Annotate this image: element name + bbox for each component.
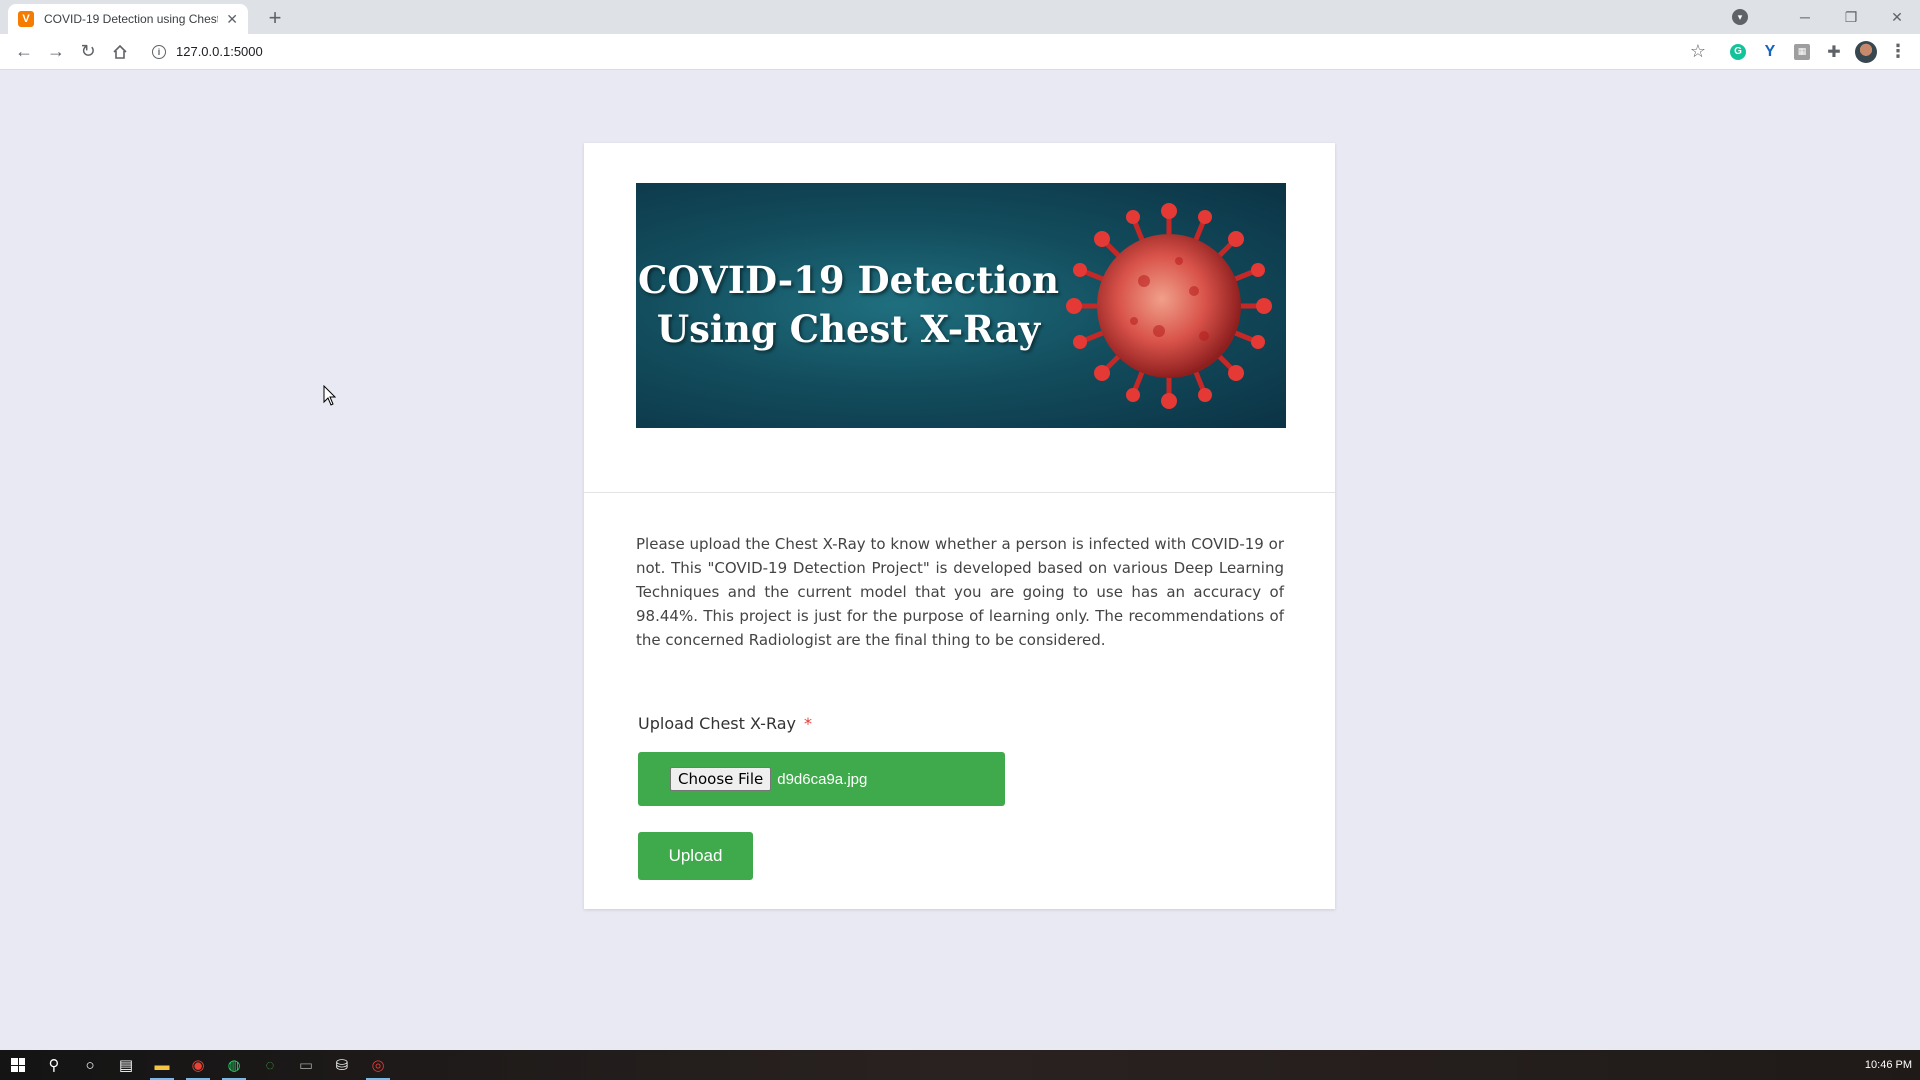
profile-avatar[interactable] [1850, 37, 1882, 67]
whatsapp-icon[interactable]: ◍ [216, 1050, 252, 1080]
taskbar-clock[interactable]: 10:46 PM [1865, 1059, 1912, 1071]
browser-toolbar: ← → ↻ i 127.0.0.1:5000 ☆ G Y ▦ ✚ ⋮ [0, 34, 1920, 70]
minimize-button[interactable]: ─ [1782, 0, 1828, 34]
coronavirus-illustration [1066, 203, 1272, 409]
bookmark-star-icon[interactable]: ☆ [1690, 41, 1706, 62]
file-input[interactable]: Choose File d9d6ca9a.jpg [638, 752, 1005, 806]
store-icon[interactable]: ⛁ [324, 1050, 360, 1080]
reload-icon[interactable]: ↻ [72, 37, 104, 67]
project-description: Please upload the Chest X-Ray to know wh… [636, 535, 1284, 649]
home-icon[interactable] [104, 37, 136, 67]
covid-banner-image: COVID-19 Detection Using Chest X-Ray [636, 183, 1286, 428]
new-tab-button[interactable]: + [262, 5, 288, 31]
tab-favicon-icon: V [18, 11, 34, 27]
main-card: COVID-19 Detection Using Chest X-Ray Ple… [584, 143, 1335, 909]
required-asterisk: * [803, 714, 812, 733]
windows-start-icon[interactable] [0, 1050, 36, 1080]
selected-file-name: d9d6ca9a.jpg [777, 770, 868, 788]
banner-title: COVID-19 Detection Using Chest X-Ray [636, 256, 1061, 354]
y-extension-icon[interactable]: Y [1754, 37, 1786, 67]
address-bar[interactable]: i 127.0.0.1:5000 ☆ [144, 38, 1722, 66]
tab-search-icon[interactable]: ▾ [1732, 9, 1748, 25]
tab-title: COVID-19 Detection using Chest [44, 12, 219, 26]
file-explorer-icon[interactable]: ▬ [144, 1050, 180, 1080]
choose-file-button[interactable]: Choose File [670, 767, 772, 791]
upload-button[interactable]: Upload [638, 832, 753, 880]
browser-tab[interactable]: V COVID-19 Detection using Chest ✕ [8, 4, 248, 34]
grammarly-extension-icon[interactable]: G [1722, 37, 1754, 67]
url-text[interactable]: 127.0.0.1:5000 [176, 44, 263, 59]
recorder-icon[interactable]: ◎ [360, 1050, 396, 1080]
chrome-icon[interactable]: ◉ [180, 1050, 216, 1080]
restore-button[interactable]: ❐ [1828, 0, 1874, 34]
browser-tab-strip: V COVID-19 Detection using Chest ✕ + ▾ ─… [0, 0, 1920, 34]
browser-menu-icon[interactable]: ⋮ [1882, 37, 1914, 67]
search-icon[interactable]: ⚲ [36, 1050, 72, 1080]
back-arrow-icon[interactable]: ← [8, 37, 40, 67]
window-controls: ▾ ─ ❐ ✕ [1732, 0, 1920, 34]
card-divider [584, 492, 1335, 493]
extensions-puzzle-icon[interactable]: ✚ [1818, 37, 1850, 67]
app-green-icon[interactable]: ◌ [252, 1050, 288, 1080]
forward-arrow-icon[interactable]: → [40, 37, 72, 67]
extensions-area: G Y ▦ ✚ ⋮ [1722, 37, 1920, 67]
close-window-button[interactable]: ✕ [1874, 0, 1920, 34]
site-info-icon[interactable]: i [152, 44, 166, 59]
extension-box-icon[interactable]: ▦ [1786, 37, 1818, 67]
cortana-icon[interactable]: ○ [72, 1050, 108, 1080]
upload-label-text: Upload Chest X-Ray [638, 714, 796, 733]
tab-close-icon[interactable]: ✕ [226, 11, 238, 28]
task-view-icon[interactable]: ▤ [108, 1050, 144, 1080]
mouse-pointer-icon [323, 385, 337, 406]
upload-field-label: Upload Chest X-Ray * [638, 714, 812, 733]
banner-title-line2: Using Chest X-Ray [656, 307, 1041, 351]
windows-taskbar: ⚲ ○ ▤ ▬ ◉ ◍ ◌ ▭ ⛁ ◎ 10:46 PM [0, 1050, 1920, 1080]
banner-title-line1: COVID-19 Detection [637, 258, 1060, 302]
terminal-icon[interactable]: ▭ [288, 1050, 324, 1080]
